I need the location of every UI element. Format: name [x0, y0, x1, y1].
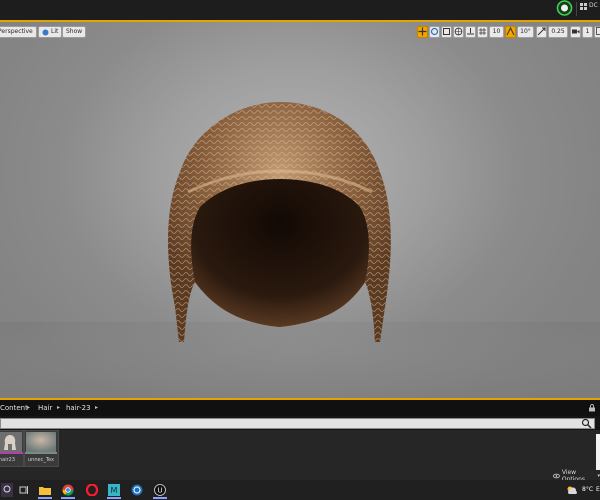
eye-icon	[553, 473, 560, 479]
ue-status-icon[interactable]	[555, 0, 574, 16]
breadcrumb-hair[interactable]: Hair	[38, 404, 52, 412]
active-app-indicator	[153, 497, 167, 499]
search-taskbar-button[interactable]	[0, 483, 14, 497]
maximize-viewport-button[interactable]	[594, 26, 600, 38]
show-label: Show	[66, 28, 83, 35]
cloud-icon	[567, 486, 578, 494]
translate-tool-button[interactable]	[417, 26, 428, 38]
asset-name: hair23	[0, 457, 16, 463]
grid-snap-value[interactable]: 10	[489, 26, 504, 38]
svg-text:M: M	[111, 486, 118, 495]
c4d-button[interactable]	[130, 483, 144, 497]
language-indicator[interactable]: E	[596, 486, 600, 493]
opera-button[interactable]	[85, 483, 99, 497]
content-asset-grid	[0, 430, 600, 480]
breadcrumb-separator-icon: ▸	[57, 404, 61, 411]
surface-snap-icon	[467, 28, 474, 35]
lit-sphere-icon	[42, 29, 49, 35]
maximize-icon	[596, 27, 600, 35]
active-app-indicator	[61, 497, 75, 499]
chrome-icon	[62, 484, 74, 496]
scale-tool-button[interactable]	[441, 26, 452, 38]
asset-type-bar	[0, 452, 23, 454]
topbar-divider	[576, 2, 577, 16]
breadcrumb-hair-23[interactable]: hair-23	[66, 404, 91, 412]
perspective-button[interactable]: Perspective	[0, 26, 37, 38]
camera-speed-value[interactable]: 1	[582, 26, 593, 38]
camera-icon	[572, 29, 580, 34]
search-icon[interactable]	[581, 418, 592, 429]
topbar-label: DC	[589, 2, 598, 9]
grid-snap-icon	[479, 28, 486, 35]
active-app-indicator	[38, 497, 52, 499]
breadcrumb-separator-icon: ▸	[95, 404, 99, 411]
world-local-toggle[interactable]	[453, 26, 464, 38]
asset-tile-hair23[interactable]: hair23	[0, 430, 24, 467]
asset-tile-unnec-tex[interactable]: unnec_Tex	[24, 430, 59, 467]
lit-label: Lit	[51, 28, 59, 35]
chrome-button[interactable]	[61, 483, 75, 497]
c4d-icon	[131, 484, 143, 496]
scale-snap-toggle[interactable]	[536, 26, 547, 38]
scale-snap-value[interactable]: 0.25	[548, 26, 568, 38]
asset-type-bar	[25, 452, 57, 454]
task-view-button[interactable]	[17, 483, 31, 497]
camera-speed-button[interactable]	[570, 26, 581, 38]
grid-snap-toggle[interactable]	[477, 26, 488, 38]
hair-groom-mesh	[168, 102, 391, 342]
active-app-indicator	[107, 497, 121, 499]
asset-name: unnec_Tex	[28, 457, 54, 463]
svg-text:U: U	[157, 487, 162, 495]
level-viewport[interactable]: Perspective Lit Show 10 10° 0.25 1	[0, 20, 600, 400]
weather-temperature: 8°C	[582, 486, 594, 493]
rotate-tool-button[interactable]	[429, 26, 440, 38]
rotation-snap-value[interactable]: 10°	[517, 26, 534, 38]
editor-window: DC Perspective Lit Show 10 10° 0.25 1 Co…	[0, 0, 600, 500]
globe-icon	[454, 27, 463, 36]
details-panel-edge	[596, 434, 600, 470]
scale-icon	[443, 28, 450, 35]
breadcrumb-content[interactable]: Content	[0, 404, 28, 412]
file-explorer-button[interactable]	[38, 483, 52, 497]
perspective-label: Perspective	[0, 28, 33, 35]
content-search-input[interactable]	[0, 418, 595, 429]
task-view-icon	[19, 486, 28, 494]
editor-topbar: DC	[0, 0, 600, 20]
unreal-engine-icon: U	[154, 484, 166, 496]
unreal-engine-button[interactable]: U	[153, 483, 167, 497]
file-explorer-icon	[39, 487, 51, 495]
search-icon	[1, 483, 13, 497]
rotation-snap-icon	[506, 26, 515, 36]
breadcrumb-separator-icon: ▸	[27, 404, 31, 411]
grid-icon	[580, 3, 587, 10]
lit-button[interactable]: Lit	[38, 26, 63, 38]
rotate-icon	[430, 27, 439, 36]
opera-icon	[86, 484, 98, 496]
show-button[interactable]: Show	[62, 26, 87, 38]
lock-icon[interactable]	[588, 404, 596, 412]
unreal-project-icon: M	[108, 484, 120, 496]
unreal-project-button[interactable]: M	[107, 483, 121, 497]
surface-snap-button[interactable]	[465, 26, 476, 38]
texture-thumbnail-icon	[26, 432, 56, 452]
groom-asset-thumbnail-icon	[0, 432, 22, 452]
translate-icon	[418, 27, 427, 36]
rotation-snap-toggle[interactable]	[505, 26, 516, 38]
scale-snap-icon	[537, 27, 546, 36]
weather-button[interactable]	[565, 483, 579, 497]
